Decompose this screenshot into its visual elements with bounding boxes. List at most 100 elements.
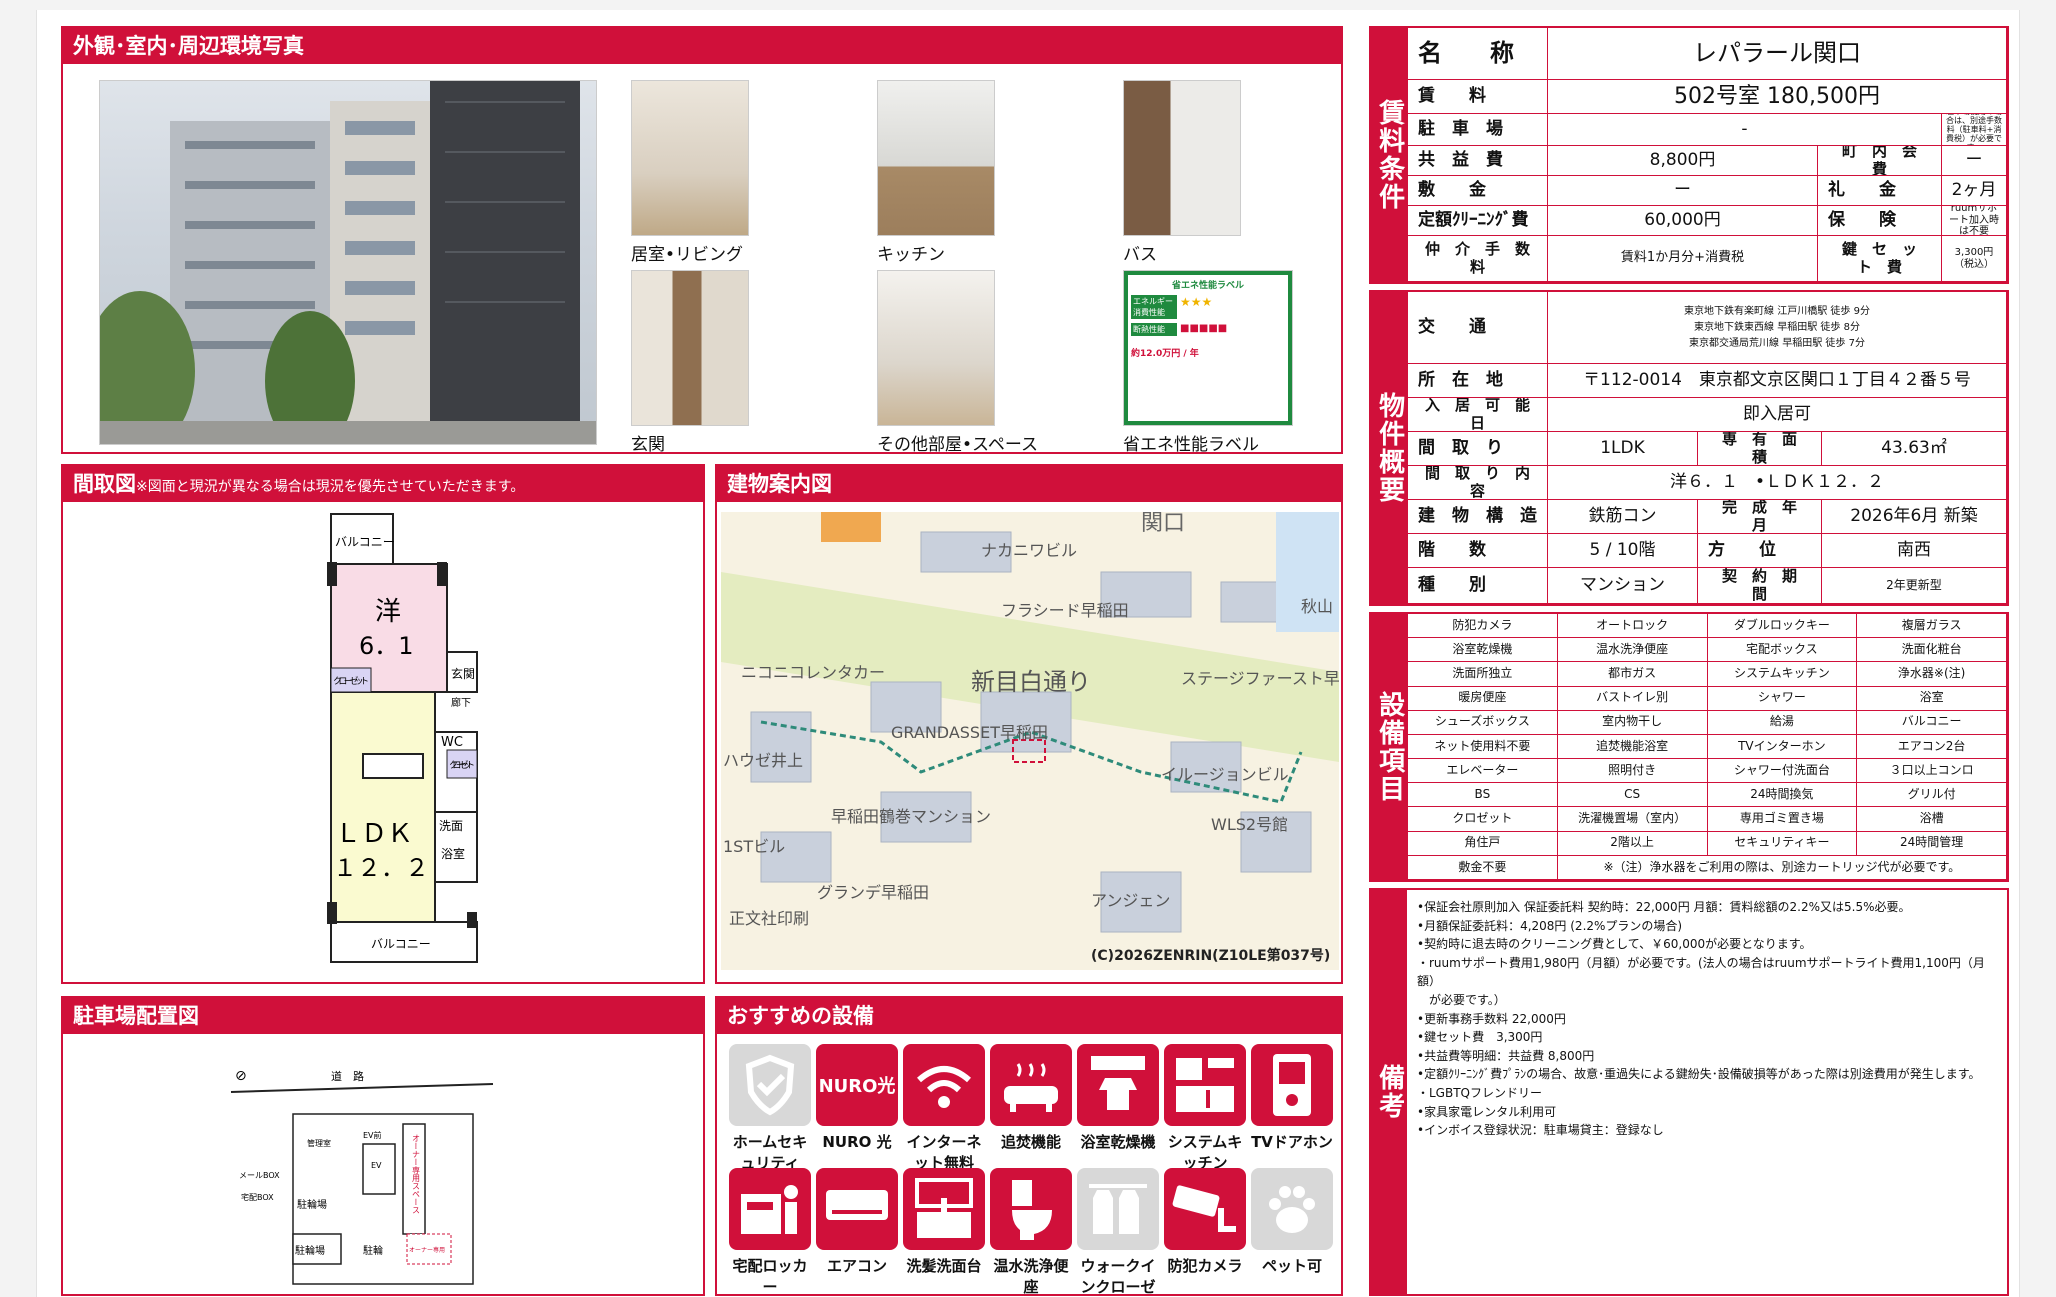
remark-line: •更新事務手数料 22,000円 xyxy=(1417,1011,1566,1026)
parking-owner-space: オーナー専用スペース xyxy=(412,1134,421,1214)
access-header: 交 通 xyxy=(1408,292,1548,364)
move-in-value: 即入居可 xyxy=(1548,398,2007,432)
map-label-2: フラシード早稲田 xyxy=(1001,601,1129,620)
building-exterior-photo[interactable] xyxy=(99,80,597,445)
parking-layout-drawing[interactable]: ⊘ 道 路 EV前 EV 管理室 メールBOX 宅配BOX 駐輪場 駐輪場 駐輪… xyxy=(63,1034,703,1294)
photo-label-bath: バス xyxy=(1123,245,1157,265)
other-room-photo[interactable] xyxy=(877,270,995,426)
recommend-title: おすすめの設備 xyxy=(717,998,1341,1034)
facility-walk-in-closet: ウォークインクローゼット xyxy=(1077,1168,1159,1294)
common-fee-header: 共 益 費 xyxy=(1408,146,1548,176)
energy-label-row2: 断熱性能 xyxy=(1131,323,1177,336)
remark-line: •家具家電レンタル利用可 xyxy=(1417,1104,1557,1119)
svg-text:⊘: ⊘ xyxy=(235,1068,247,1084)
equipment-item: 専用ゴミ置き場 xyxy=(1707,807,1858,832)
town-fee-value: ー xyxy=(1942,146,2007,176)
energy-label-cost: 約12.0万円 / 年 xyxy=(1131,349,1199,359)
parking-panel: 駐車場配置図 ⊘ 道 路 EV前 EV 管理室 メールBOX 宅配BOX 駐輪場… xyxy=(61,996,705,1296)
rent-header: 賃 料 xyxy=(1408,80,1548,114)
equipment-item: エレベーター xyxy=(1408,759,1558,784)
facility-toilet: 温水洗浄便座 xyxy=(990,1168,1072,1294)
town-fee-header: 町 内 会 費 xyxy=(1818,146,1942,176)
map-label-13: 正文社印刷 xyxy=(729,909,809,928)
map-label-10: アンジェン xyxy=(1091,891,1170,910)
bathtub-icon xyxy=(990,1044,1072,1126)
living-room-photo[interactable] xyxy=(631,80,749,236)
floorplan-note: ※図面と現況が異なる場合は現況を優先させていただきます。 xyxy=(136,479,525,495)
equipment-item: グリル付 xyxy=(1857,783,2007,808)
equipment-item: 都市ガス xyxy=(1557,662,1708,687)
equipment-item: 複層ガラス xyxy=(1857,614,2007,639)
floorplan-balcony-bottom: バルコニー xyxy=(371,937,431,951)
facility-kitchen: システムキッチン xyxy=(1164,1044,1246,1174)
parking-bike-2: 駐輪場 xyxy=(295,1244,325,1257)
map-panel: 建物案内図 関口 新目白通り ナカニワビル フラシード早稲田 ニコニコレンタカー… xyxy=(715,464,1343,984)
equipment-item: 防犯カメラ xyxy=(1408,614,1558,639)
deposit-header: 敷 金 xyxy=(1408,176,1548,206)
map-label-12: ハウゼ井上 xyxy=(723,751,803,770)
kitchen-photo[interactable] xyxy=(877,80,995,236)
equipment-item: 敷金不要 xyxy=(1408,855,1558,880)
equipment-item: 室内物干し xyxy=(1557,710,1708,735)
contract-header: 契 約 期 間 xyxy=(1698,568,1822,604)
parking-title: 駐車場配置図 xyxy=(63,998,703,1034)
key-money-value: 2ヶ月 xyxy=(1942,176,2007,206)
floorplan-title: 間取図※図面と現況が異なる場合は現況を優先させていただきます。 xyxy=(63,466,703,502)
rent-label: 賃料条件 xyxy=(1371,28,1407,282)
key-money-header: 礼 金 xyxy=(1818,176,1942,206)
equipment-item: 洗濯機置場（室内） xyxy=(1557,807,1708,832)
facility-label: ペット可 xyxy=(1261,1257,1322,1275)
cleaning-header: 定額ｸﾘｰﾆﾝｸﾞ費 xyxy=(1408,206,1548,236)
floorplan-wc: WC xyxy=(441,735,463,750)
type-header: 種 別 xyxy=(1408,568,1548,604)
kitchen-icon xyxy=(1164,1044,1246,1126)
facility-nuro-logo: NURO光 NURO 光 xyxy=(816,1044,898,1153)
intercom-icon xyxy=(1251,1044,1333,1126)
equipment-item: 洗面所独立 xyxy=(1408,662,1558,687)
energy-label-image[interactable]: 省エネ性能ラベル エネルギー消費性能 ★★★ 断熱性能 ■■■■■ 約12.0万円 … xyxy=(1123,270,1293,426)
type-value: マンション xyxy=(1548,568,1698,604)
floorplan-ldk: ＬＤＫ xyxy=(335,819,413,849)
parking-deliverybox: 宅配BOX xyxy=(241,1192,274,1202)
equipment-label: 設備項目 xyxy=(1371,614,1407,880)
parking-note: 駐車場使用の場合は、別途手数料（駐車料+消費税）が必要です。 xyxy=(1942,114,2007,146)
floor-value: 5 / 10階 xyxy=(1548,534,1698,568)
map-label-11: 1STビル xyxy=(723,837,785,856)
map-label-kanto: 関口 xyxy=(1141,512,1185,536)
equipment-item: 洗面化粧台 xyxy=(1857,638,2007,663)
insurance-header: 保 険 xyxy=(1818,206,1942,236)
equipment-item: 宅配ボックス xyxy=(1707,638,1858,663)
parking-ev-front: EV前 xyxy=(363,1130,382,1140)
delivery-locker-icon xyxy=(729,1168,811,1250)
floorplan-closet: クローゼット xyxy=(333,675,369,687)
facility-label: 宅配ロッカー xyxy=(732,1257,808,1296)
floorplan-drawing[interactable]: バルコニー 洋 6．1 玄関 廊下 クローゼット WC クローゼット ＬＤＫ １… xyxy=(63,502,703,982)
equipment-item: オートロック xyxy=(1557,614,1708,639)
address-value: 〒112-0014 東京都文京区関口１丁目４２番５号 xyxy=(1548,364,2007,398)
photo-label-other: その他部屋•スペース xyxy=(877,435,1038,455)
equipment-item: 給湯 xyxy=(1707,710,1858,735)
equipment-item: セキュリティキー xyxy=(1707,831,1858,856)
area-map[interactable]: 関口 新目白通り ナカニワビル フラシード早稲田 ニコニコレンタカー GRAND… xyxy=(721,512,1339,970)
remark-line: •契約時に退去時のクリーニング費として、￥60,000が必要となります。 xyxy=(1417,937,1812,952)
cleaning-value: 60,000円 xyxy=(1548,206,1818,236)
bath-photo[interactable] xyxy=(1123,80,1241,236)
equipment-item: バストイレ別 xyxy=(1557,686,1708,711)
floorplan-hall: 廊下 xyxy=(451,696,471,709)
layout-detail-header: 間 取 り 内 容 xyxy=(1408,466,1548,500)
floorplan-panel: 間取図※図面と現況が異なる場合は現況を優先させていただきます。 バルコニー 洋 … xyxy=(61,464,705,984)
contract-value: 2年更新型 xyxy=(1822,568,2007,604)
parking-header: 駐 車 場 xyxy=(1408,114,1548,146)
facility-label: TVドアホン xyxy=(1251,1133,1333,1151)
equipment-item: 2階以上 xyxy=(1557,831,1708,856)
map-label-7: 早稲田鶴巻マンション xyxy=(831,807,991,826)
move-in-header: 入 居 可 能 日 xyxy=(1408,398,1548,432)
equipment-item: CS xyxy=(1557,783,1708,808)
equipment-item: 24時間換気 xyxy=(1707,783,1858,808)
photos-panel: 外観･室内･周辺環境写真 居室•リビング キッチン バス 玄関 その他部屋•スペ… xyxy=(61,26,1343,455)
entrance-photo[interactable] xyxy=(631,270,749,426)
remark-line: •鍵セット費 3,300円 xyxy=(1417,1030,1543,1045)
rent-name-header: 名 称 xyxy=(1408,28,1548,80)
equipment-item: 角住戸 xyxy=(1408,831,1558,856)
equipment-item: 浴室 xyxy=(1857,686,2007,711)
